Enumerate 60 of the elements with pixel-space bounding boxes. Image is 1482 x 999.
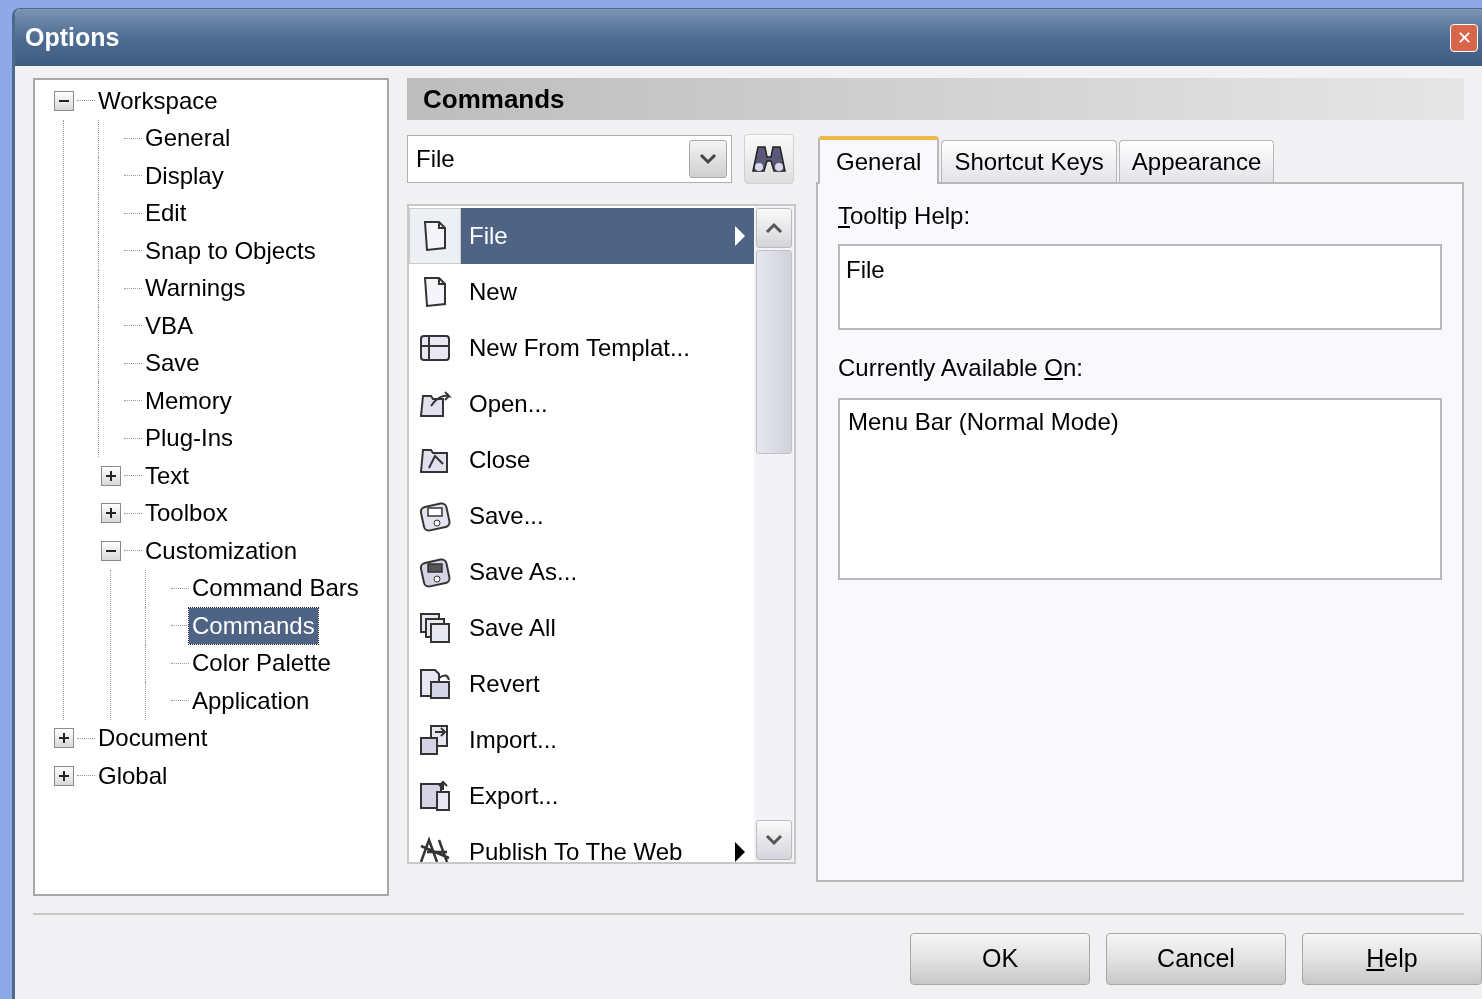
command-item[interactable]: New: [461, 264, 754, 320]
command-item[interactable]: Save As...: [461, 544, 754, 600]
command-item[interactable]: Save...: [461, 488, 754, 544]
command-item[interactable]: File: [461, 208, 754, 264]
collapse-icon[interactable]: [101, 540, 121, 561]
tree-item[interactable]: Plug-Ins: [142, 420, 237, 457]
tab[interactable]: Shortcut Keys: [941, 140, 1117, 182]
command-item[interactable]: Revert: [461, 656, 754, 712]
tree-item[interactable]: Global: [95, 757, 171, 794]
expand-icon[interactable]: [101, 465, 121, 486]
dialog-button[interactable]: Cancel: [1106, 933, 1286, 985]
tree-item[interactable]: Color Palette: [189, 645, 334, 682]
field-label: Tooltip Help:: [838, 201, 972, 231]
binoculars-icon: [750, 143, 788, 175]
window-title: Options: [25, 21, 120, 53]
command-item[interactable]: Publish To The Web: [461, 824, 754, 862]
expand-icon[interactable]: [101, 503, 121, 524]
tab[interactable]: Appearance: [1118, 140, 1275, 182]
tree-item[interactable]: Commands: [189, 607, 318, 644]
tab[interactable]: General: [818, 136, 940, 184]
scrollbar[interactable]: [754, 206, 794, 862]
tree-item[interactable]: Application: [189, 682, 313, 719]
scroll-down-icon[interactable]: [756, 820, 792, 860]
scroll-up-icon[interactable]: [756, 208, 792, 248]
tree-item[interactable]: Toolbox: [142, 495, 231, 532]
tree-item[interactable]: Document: [95, 720, 211, 757]
tree-item[interactable]: Snap to Objects: [142, 232, 319, 269]
section-title: Commands: [423, 82, 565, 116]
tree-item[interactable]: Workspace: [95, 82, 221, 119]
tree-item[interactable]: Customization: [142, 532, 301, 569]
dialog-button[interactable]: OK: [910, 933, 1090, 985]
tree-item[interactable]: Edit: [142, 195, 190, 232]
tree-item[interactable]: Display: [142, 157, 227, 194]
tree-item[interactable]: Memory: [142, 382, 235, 419]
command-item[interactable]: Open...: [461, 376, 754, 432]
tree-item[interactable]: VBA: [142, 307, 197, 344]
tree-item[interactable]: Text: [142, 457, 192, 494]
close-button[interactable]: ✕: [1450, 23, 1478, 52]
tree-item[interactable]: General: [142, 120, 234, 157]
tooltip-field[interactable]: File: [838, 244, 1442, 330]
command-item[interactable]: Close: [461, 432, 754, 488]
expand-icon[interactable]: [54, 765, 74, 786]
find-button[interactable]: [744, 134, 794, 184]
tree-item[interactable]: Warnings: [142, 270, 249, 307]
list-item[interactable]: Menu Bar (Normal Mode): [848, 404, 1432, 440]
dialog-button[interactable]: Help: [1302, 933, 1482, 985]
command-item[interactable]: Export...: [461, 768, 754, 824]
export-icon: [417, 778, 453, 814]
collapse-icon[interactable]: [54, 90, 74, 111]
stacked-pages-icon: [417, 610, 453, 646]
tree-item[interactable]: Save: [142, 345, 203, 382]
field-label: Currently Available On:: [838, 353, 1085, 383]
tree-item[interactable]: Command Bars: [189, 570, 362, 607]
scroll-thumb[interactable]: [756, 250, 792, 454]
dropdown-value: File: [416, 144, 456, 174]
command-dropdown[interactable]: File: [407, 135, 732, 183]
expand-icon[interactable]: [54, 728, 74, 749]
command-item[interactable]: New From Templat...: [461, 320, 754, 376]
command-item[interactable]: Save All: [461, 600, 754, 656]
command-item[interactable]: Import...: [461, 712, 754, 768]
